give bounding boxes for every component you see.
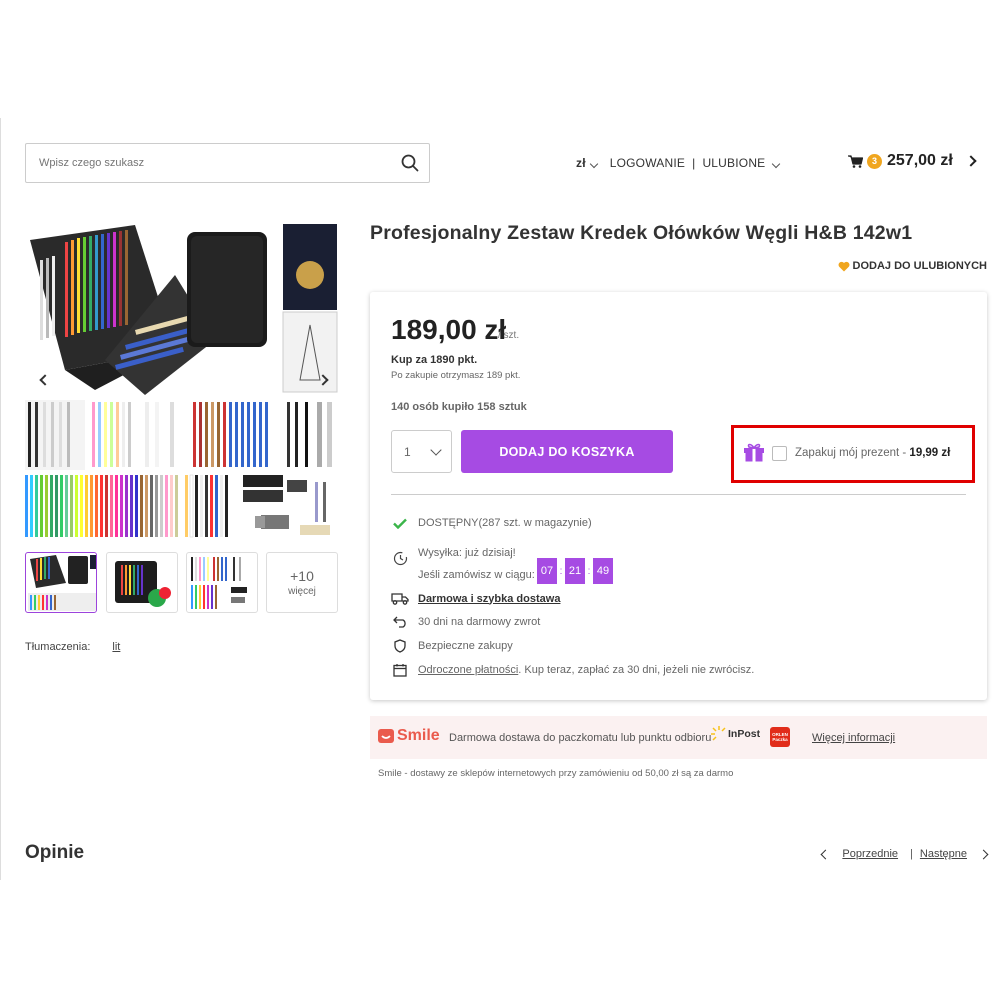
smile-more-info-link[interactable]: Więcej informacji <box>812 732 895 744</box>
shield-icon <box>394 639 406 653</box>
cart-count-badge: 3 <box>867 153 882 169</box>
header-nav: zł LOGOWANIE | ULUBIONE <box>576 156 781 170</box>
delivery-row: Darmowa i szybka dostawa <box>391 592 560 605</box>
deferred-payments-link[interactable]: Odroczone płatności <box>418 664 518 676</box>
smile-brand: Smile <box>397 727 440 744</box>
availability-status: DOSTĘPNY <box>418 517 479 529</box>
inpost-label: InPost <box>728 728 761 740</box>
timer-seconds: 49 <box>593 558 613 584</box>
heart-icon <box>838 261 850 271</box>
secure-text: Bezpieczne zakupy <box>418 640 513 652</box>
gallery-thumbnail-3[interactable] <box>186 552 258 613</box>
gift-wrap-price: 19,99 zł <box>909 447 951 459</box>
secure-row: Bezpieczne zakupy <box>391 639 513 653</box>
next-product-link[interactable]: Następne <box>920 848 967 860</box>
gallery-thumbnail-1[interactable] <box>25 552 97 613</box>
cart-button[interactable]: 3 257,00 zł <box>848 152 977 170</box>
smile-banner: Smile Darmowa dostawa do paczkomatu lub … <box>370 716 987 759</box>
chevron-down-icon <box>430 444 442 456</box>
shipping-row: Wysyłka: już dzisiaj! Jeśli zamówisz w c… <box>391 542 535 586</box>
thumbnail-image <box>115 561 171 607</box>
product-title: Profesjonalny Zestaw Kredek Ołówków Węgl… <box>370 222 913 244</box>
quantity-value: 1 <box>404 445 411 459</box>
translation-link-lit[interactable]: lit <box>112 641 120 653</box>
check-icon <box>393 518 407 529</box>
gift-wrap-option: Zapakuj mój prezent - 19,99 zł <box>731 425 975 483</box>
gallery-thumbnail-2[interactable] <box>106 552 178 613</box>
add-to-favorites-label: DODAJ DO ULUBIONYCH <box>852 260 987 272</box>
favorites-menu[interactable]: ULUBIONE <box>702 156 781 170</box>
currency-label: zł <box>576 156 586 170</box>
shipping-today: Wysyłka: już dzisiaj! <box>418 547 516 559</box>
free-delivery-link[interactable]: Darmowa i szybka dostawa <box>418 593 560 605</box>
chevron-down-icon <box>772 159 781 169</box>
thumbnail-image <box>28 555 96 611</box>
points-earned: Po zakupie otrzymasz 189 pkt. <box>391 370 521 381</box>
search-input[interactable] <box>26 144 386 182</box>
reviews-heading: Opinie <box>25 842 85 863</box>
deferred-row: Odroczone płatności. Kup teraz, zapłać z… <box>391 663 754 677</box>
product-main-image[interactable] <box>25 220 338 538</box>
timer-hours: 07 <box>537 558 557 584</box>
favorites-label: ULUBIONE <box>702 156 766 170</box>
search-icon[interactable] <box>401 154 419 172</box>
gift-wrap-label[interactable]: Zapakuj mój prezent - 19,99 zł <box>795 447 950 459</box>
thumbnail-image <box>191 557 247 609</box>
nav-divider: | <box>692 156 696 170</box>
inpost-logo: InPost <box>711 726 760 742</box>
countdown-timer: 07 : 21 : 49 <box>537 558 613 584</box>
truck-icon <box>391 593 409 605</box>
availability-row: DOSTĘPNY (287 szt. w magazynie) <box>391 517 592 529</box>
returns-row: 30 dni na darmowy zwrot <box>391 616 540 628</box>
quantity-select[interactable]: 1 <box>391 430 452 473</box>
smile-logo: Smile <box>378 727 440 745</box>
pager-divider: | <box>910 848 913 860</box>
price-unit: / szt. <box>498 330 520 341</box>
gift-wrap-text: Zapakuj mój prezent - <box>795 447 910 459</box>
stock-info: (287 szt. w magazynie) <box>478 517 592 529</box>
orlen-logo: ORLEN Paczka <box>770 727 790 747</box>
smile-note: Smile - dostawy ze sklepów internetowych… <box>378 768 734 779</box>
chevron-left-icon[interactable] <box>820 849 831 859</box>
divider <box>391 494 966 495</box>
cart-icon <box>848 154 863 168</box>
chevron-right-icon[interactable] <box>978 849 989 859</box>
login-link[interactable]: LOGOWANIE <box>610 156 685 170</box>
gift-wrap-checkbox[interactable] <box>772 446 787 461</box>
return-icon <box>392 616 406 628</box>
smile-description: Darmowa dostawa do paczkomatu lub punktu… <box>449 732 712 744</box>
deferred-text: . Kup teraz, zapłać za 30 dni, jeżeli ni… <box>518 664 755 676</box>
add-to-cart-button[interactable]: DODAJ DO KOSZYKA <box>461 430 673 473</box>
gift-icon <box>744 443 764 462</box>
cart-total: 257,00 zł <box>887 152 953 169</box>
buy-box: 189,00 zł / szt. Kup za 1890 pkt. Po zak… <box>370 292 987 700</box>
inpost-icon <box>711 726 726 741</box>
bought-info: 140 osób kupiło 158 sztuk <box>391 401 527 413</box>
chevron-right-icon <box>965 155 977 167</box>
returns-text: 30 dni na darmowy zwrot <box>418 616 541 628</box>
page-left-border <box>0 118 1 880</box>
search-box <box>25 143 430 183</box>
currency-selector[interactable]: zł <box>576 156 598 170</box>
translations-label: Tłumaczenia: <box>25 641 91 653</box>
product-image <box>25 224 338 538</box>
shipping-deadline-label: Jeśli zamówisz w ciągu: <box>418 569 535 581</box>
chevron-down-icon <box>589 159 598 169</box>
gallery-more-button[interactable]: +10 więcej <box>266 552 338 613</box>
add-to-favorites-button[interactable]: DODAJ DO ULUBIONYCH <box>838 260 987 272</box>
translations: Tłumaczenia: lit <box>25 641 120 653</box>
previous-product-link[interactable]: Poprzednie <box>842 848 898 860</box>
calendar-icon <box>393 664 407 677</box>
more-label: więcej <box>288 586 316 597</box>
product-pager: Poprzednie | Następne <box>820 848 989 860</box>
clock-icon <box>393 551 407 566</box>
timer-minutes: 21 <box>565 558 585 584</box>
more-count: +10 <box>290 568 314 584</box>
smile-icon <box>378 729 394 743</box>
timer-separator: : <box>559 565 563 577</box>
timer-separator: : <box>587 565 591 577</box>
product-price: 189,00 zł <box>391 314 507 345</box>
points-price: Kup za 1890 pkt. <box>391 354 478 366</box>
